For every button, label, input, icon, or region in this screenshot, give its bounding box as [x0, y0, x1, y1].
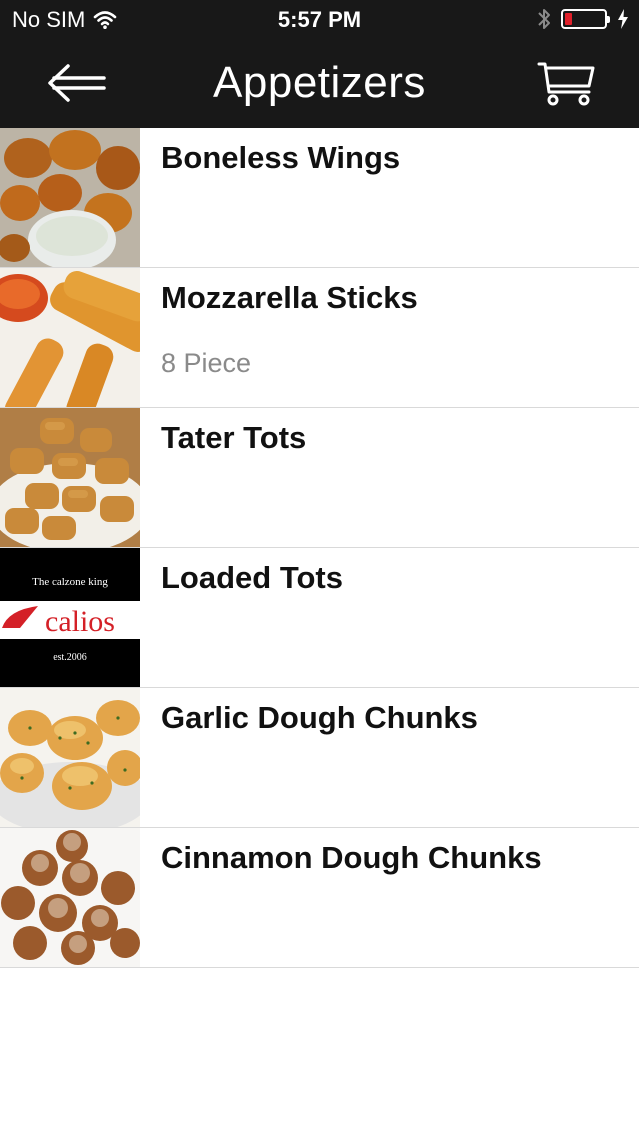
list-item[interactable]: Tater Tots — [0, 408, 639, 548]
appetizer-list: Boneless Wings Mozzarella Sticks 8 Piece — [0, 128, 639, 968]
mozzarella-sticks-photo — [0, 268, 140, 407]
charging-bolt-icon — [618, 9, 628, 29]
cart-button[interactable] — [537, 60, 595, 108]
list-item[interactable]: Boneless Wings — [0, 128, 639, 268]
list-item[interactable]: Garlic Dough Chunks — [0, 688, 639, 828]
item-name: Mozzarella Sticks — [161, 280, 418, 315]
tater-tots-photo — [0, 408, 140, 547]
list-item[interactable]: Cinnamon Dough Chunks — [0, 828, 639, 968]
logo-tagline: The calzone king — [32, 576, 108, 588]
calios-logo-placeholder: The calzone king calios est.2006 — [0, 548, 140, 687]
cart-icon — [537, 62, 595, 106]
item-description: 8 Piece — [161, 348, 252, 378]
item-name: Loaded Tots — [161, 560, 343, 595]
cinnamon-dough-chunks-photo — [0, 828, 140, 967]
status-right — [537, 7, 629, 31]
garlic-dough-chunks-photo — [0, 688, 140, 827]
navigation-bar: Appetizers — [0, 40, 639, 128]
list-item[interactable]: Mozzarella Sticks 8 Piece — [0, 268, 639, 408]
logo-est: est.2006 — [53, 652, 87, 663]
item-name: Garlic Dough Chunks — [161, 700, 478, 735]
item-name: Boneless Wings — [161, 140, 401, 175]
boneless-wings-photo — [0, 128, 140, 267]
bluetooth-icon — [538, 9, 550, 29]
item-name: Cinnamon Dough Chunks — [161, 840, 542, 875]
logo-brand: calios — [45, 605, 115, 638]
status-bar: No SIM 5:57 PM — [0, 0, 639, 40]
list-item[interactable]: The calzone king calios est.2006 Loaded … — [0, 548, 639, 688]
item-name: Tater Tots — [161, 420, 307, 455]
battery-level — [565, 13, 572, 25]
battery-icon — [561, 9, 610, 29]
